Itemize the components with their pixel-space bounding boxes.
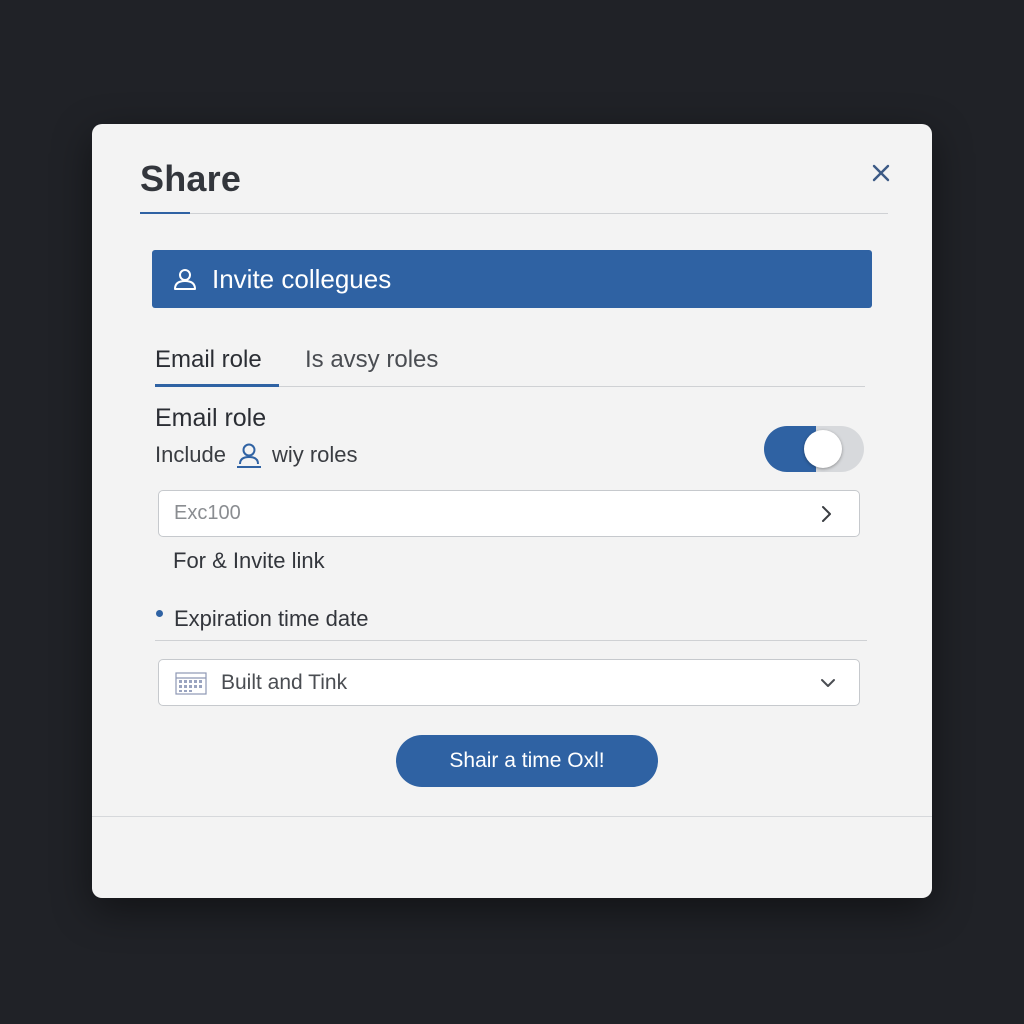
include-suffix: wiy roles	[271, 442, 358, 467]
person-icon	[174, 269, 196, 290]
title-accent-bar	[140, 212, 190, 214]
email-role-heading: Email role	[155, 404, 267, 432]
person-icon	[236, 443, 261, 468]
share-dialog: Share Invite collegues Email role Is avs…	[92, 124, 932, 898]
chevron-down-icon	[821, 678, 835, 687]
invite-link-label: For & Invite link	[173, 548, 325, 573]
close-icon	[872, 164, 890, 182]
invite-colleagues-button[interactable]: Invite collegues	[152, 250, 872, 308]
include-roles-row: Include wiy roles	[155, 440, 358, 470]
tab-roles[interactable]: Is avsy roles	[305, 342, 438, 386]
expiration-select-value: Built and Tink	[221, 670, 348, 694]
email-input[interactable]: Exc100	[158, 490, 860, 537]
include-roles-toggle[interactable]	[764, 426, 864, 472]
share-primary-button[interactable]: Shair a time Oxl!	[396, 735, 658, 787]
toggle-knob	[804, 430, 842, 468]
close-button[interactable]	[866, 158, 896, 188]
active-tab-indicator	[155, 384, 279, 387]
share-primary-label: Shair a time Oxl!	[449, 749, 605, 772]
email-input-placeholder: Exc100	[174, 502, 241, 524]
tab-email-role-label: Email role	[155, 346, 262, 373]
bullet-dot	[156, 610, 163, 617]
footer-divider	[92, 816, 932, 817]
calendar-icon	[175, 671, 207, 695]
role-tabs: Email role Is avsy roles	[155, 342, 865, 388]
expiration-divider	[155, 640, 867, 641]
chevron-right-icon[interactable]	[815, 503, 837, 525]
tab-roles-label: Is avsy roles	[305, 346, 439, 373]
expiration-label: Expiration time date	[174, 606, 369, 631]
dialog-title: Share	[140, 158, 242, 199]
title-divider	[140, 213, 888, 214]
include-prefix: Include	[155, 442, 226, 467]
invite-colleagues-label: Invite collegues	[212, 263, 392, 294]
expiration-select[interactable]: Built and Tink	[158, 659, 860, 706]
tab-email-role[interactable]: Email role	[155, 342, 279, 387]
